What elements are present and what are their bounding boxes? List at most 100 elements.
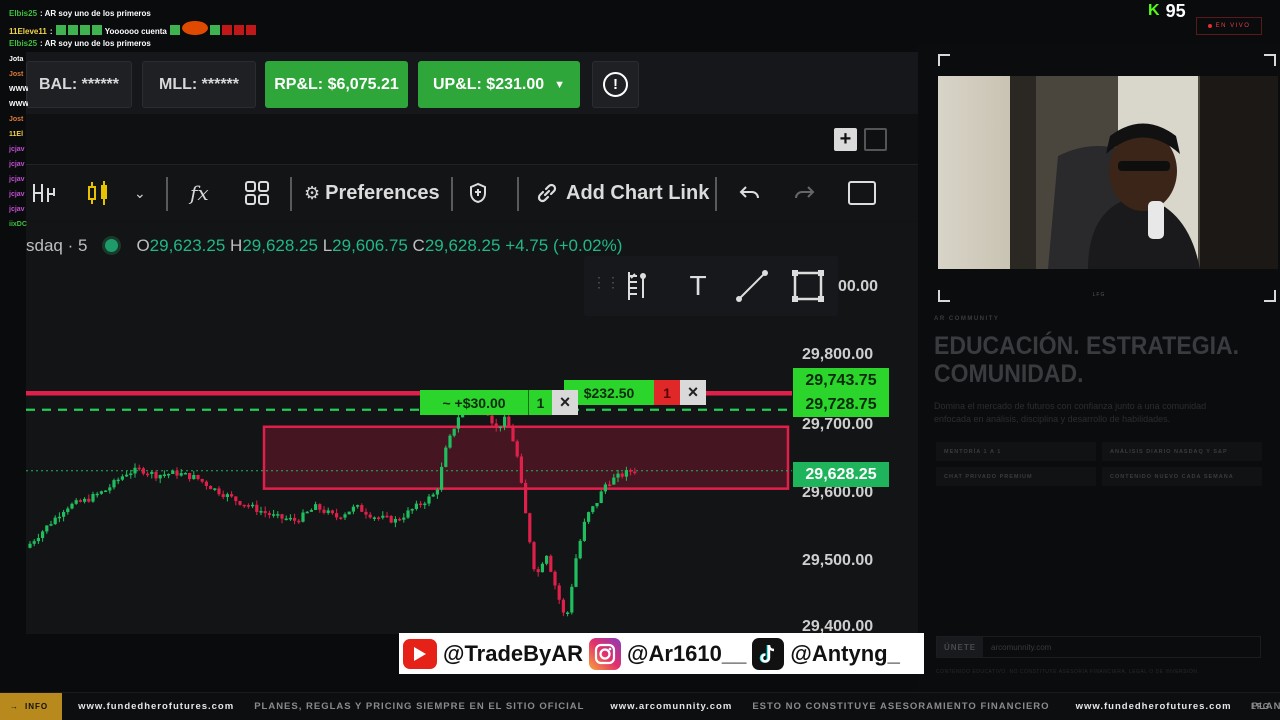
candle-body (301, 512, 305, 522)
join-button[interactable]: ÚNETE (937, 637, 983, 657)
candle-body (141, 468, 145, 474)
candle-body (297, 520, 301, 523)
candle-body (41, 531, 45, 539)
candle-body (633, 471, 637, 474)
candle-body (188, 472, 192, 480)
astronaut-emote-icon (182, 21, 209, 35)
join-url[interactable]: arcomunnity.com (983, 637, 1260, 657)
emote-icon (170, 25, 181, 35)
chat-side-name: 11El (9, 131, 24, 138)
candle-body (293, 517, 297, 521)
candle-body (423, 503, 427, 506)
ticker-item[interactable]: www.arcomunnity.com (610, 701, 732, 712)
candle-body (272, 514, 276, 516)
instagram-handle[interactable]: @Ar1610__ (627, 641, 746, 667)
undo-icon[interactable] (738, 165, 762, 221)
candle-body (150, 471, 154, 474)
candle-body (95, 493, 99, 496)
promo-headline: EDUCACIÓN. ESTRATEGIA. COMUNIDAD. (934, 332, 1247, 388)
chat-side-name: iixDC (9, 221, 27, 228)
frame-corner (1264, 54, 1276, 66)
headline-line-2: COMUNIDAD. (934, 360, 1084, 388)
webcam-feed (938, 76, 1278, 269)
drag-handle-icon[interactable]: ⋮⋮ (592, 274, 620, 291)
add-panel-button[interactable]: + (834, 128, 857, 151)
emote-icon (246, 25, 257, 35)
candle-body (167, 473, 171, 476)
alert-icon: ! (603, 72, 628, 97)
chat-side-name: WWW (9, 86, 28, 93)
text-tool-icon[interactable]: T (680, 268, 716, 304)
candle-body (570, 586, 574, 613)
close-position-button[interactable]: × (552, 390, 578, 415)
candle-body (629, 470, 633, 472)
candle-body (507, 416, 511, 427)
preferences-button[interactable]: ⚙ Preferences (304, 165, 440, 221)
balance-pill[interactable]: BAL: ****** (26, 61, 132, 108)
cam-label: LFG (1092, 292, 1106, 298)
youtube-icon (403, 638, 437, 669)
trend-line-icon[interactable] (734, 268, 770, 304)
candle-body (603, 484, 607, 492)
mll-pill[interactable]: MLL: ****** (142, 61, 256, 108)
indicators-icon[interactable] (32, 165, 56, 221)
candle-body (217, 488, 221, 495)
fullscreen-icon[interactable] (848, 165, 876, 221)
chat-side-name: jcjav (9, 146, 25, 153)
youtube-handle[interactable]: @TradeByAR (443, 641, 583, 667)
candle-body (120, 476, 124, 480)
fib-tool-icon[interactable] (622, 268, 658, 304)
candle-body (45, 525, 49, 532)
candle-body (213, 488, 217, 490)
entry-price-tag: 29,728.75 (793, 392, 889, 417)
candle-body (419, 503, 423, 506)
candle-body (591, 506, 595, 513)
rectangle-tool-icon[interactable] (790, 268, 826, 304)
emote-icon (67, 25, 78, 35)
candle-body (339, 517, 343, 519)
candle-body (599, 491, 603, 504)
price-label: 00.00 (838, 278, 879, 295)
unrealized-pnl-pill[interactable]: UP&L: $231.00 ▼ (418, 61, 580, 108)
position-pnl-label: ~ +$30.00 (420, 390, 528, 415)
candle-body (335, 513, 339, 518)
social-banner: @TradeByAR @Ar1610__ @Antyng_ (399, 633, 924, 674)
layout-grid-icon[interactable] (244, 165, 270, 221)
candle-body (276, 514, 280, 516)
candle-body (326, 510, 330, 513)
candle-body (267, 513, 271, 516)
candle-body (246, 505, 250, 507)
position-order[interactable]: ~ +$30.00 1 × (420, 390, 578, 415)
target-order[interactable]: $232.50 1 × (564, 380, 706, 405)
cancel-target-button[interactable]: × (680, 380, 706, 405)
candles-icon[interactable] (86, 165, 110, 221)
chat-side-name: Jost (9, 116, 24, 123)
ticker-item[interactable]: www.fundedherofutures.com (1076, 701, 1232, 712)
position-qty: 1 (528, 390, 552, 415)
trading-platform: BAL: ****** MLL: ****** RP&L: $6,075.21 … (26, 52, 918, 634)
alert-button[interactable]: ! (592, 61, 639, 108)
price-tick: 29,800.00 (802, 346, 874, 363)
ticker-item[interactable]: www.fundedherofutures.com (78, 701, 234, 712)
realized-pnl-pill[interactable]: RP&L: $6,075.21 (265, 61, 408, 108)
feature-item: CONTENIDO NUEVO CADA SEMANA (1102, 467, 1262, 486)
candle-body (154, 471, 158, 479)
function-icon[interactable]: fx (190, 165, 209, 221)
candle-body (57, 516, 61, 519)
stop-price-tag: 29,743.75 (793, 368, 889, 393)
candle-body (498, 426, 502, 429)
candle-body (582, 521, 586, 541)
add-chart-link-button[interactable]: Add Chart Link (536, 165, 709, 221)
candle-body (87, 498, 91, 502)
price-chart[interactable]: sdaq · 5 O29,623.25 H29,628.25 L29,606.75… (26, 222, 918, 634)
mll-label: MLL: ****** (158, 75, 239, 93)
maximize-panel-button[interactable] (864, 128, 887, 151)
candle-body (540, 563, 544, 573)
toolbar-divider (166, 177, 168, 211)
tiktok-handle[interactable]: @Antyng_ (790, 641, 899, 667)
candle-body (263, 511, 267, 514)
candle-body (280, 514, 284, 519)
redo-icon[interactable] (792, 165, 816, 221)
chevron-down-icon[interactable]: ⌄ (134, 165, 146, 221)
shield-icon[interactable] (468, 165, 488, 221)
